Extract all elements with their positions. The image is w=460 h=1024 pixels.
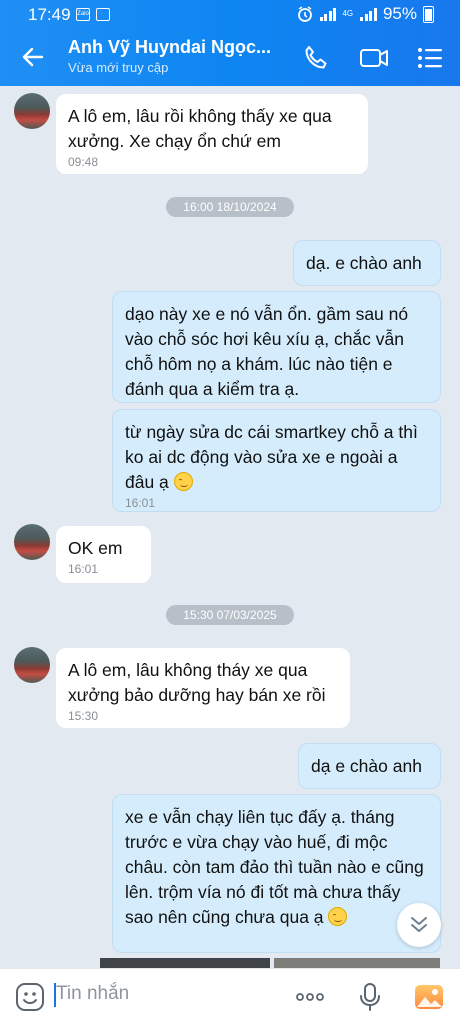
date-separator: 16:00 18/10/2024: [166, 197, 294, 217]
menu-list-icon[interactable]: [414, 42, 446, 74]
phone-call-icon[interactable]: [300, 42, 332, 74]
alarm-icon: [298, 6, 312, 22]
message-bubble-outgoing[interactable]: dạ. e chào anh: [293, 240, 441, 286]
message-bubble-incoming[interactable]: OK em 16:01: [56, 526, 151, 583]
message-bubble-outgoing[interactable]: dạo này xe e nó vẫn ổn. gầm sau nó vào c…: [112, 291, 441, 403]
signal-icon-2: [360, 7, 377, 21]
battery-icon: [423, 5, 434, 23]
message-input-bar: Tin nhắn: [0, 968, 460, 1024]
message-text: A lô em, lâu rồi không thấy xe qua xưởng…: [68, 106, 332, 151]
message-bubble-outgoing[interactable]: từ ngày sửa dc cái smartkey chỗ a thì ko…: [112, 409, 441, 512]
contact-name[interactable]: Anh Vỹ Huyndai Ngọc...: [68, 37, 278, 58]
gallery-notification-icon: [96, 8, 110, 21]
status-right: 4G 95%: [296, 4, 434, 24]
message-bubble-outgoing[interactable]: xe e vẫn chạy liên tục đấy ạ. tháng trướ…: [112, 794, 441, 953]
presence-status: Vừa mới truy cập: [68, 60, 169, 75]
message-time: 15:30: [68, 709, 99, 723]
top-bar: 17:49 Zalo 4G 95% Anh Vỹ Huyndai Ngọc...…: [0, 0, 460, 86]
status-bar: 17:49 Zalo 4G 95%: [0, 0, 460, 30]
message-text: A lô em, lâu không tháy xe qua xưởng bảo…: [68, 660, 326, 705]
chevron-double-down-icon: [411, 917, 427, 932]
message-input[interactable]: Tin nhắn: [56, 983, 129, 1005]
network-type: 4G: [342, 9, 354, 18]
image-thumbnail[interactable]: [100, 958, 270, 968]
status-time: 17:49: [28, 5, 71, 24]
back-arrow-icon[interactable]: [18, 42, 48, 72]
message-text: dạ. e chào anh: [306, 253, 422, 273]
message-text: OK em: [68, 538, 123, 558]
contact-avatar[interactable]: [14, 647, 50, 683]
contact-avatar[interactable]: [14, 93, 50, 129]
message-text: từ ngày sửa dc cái smartkey chỗ a thì ko…: [125, 422, 418, 492]
microphone-icon[interactable]: [354, 981, 386, 1013]
message-bubble-incoming[interactable]: A lô em, lâu không tháy xe qua xưởng bảo…: [56, 648, 350, 728]
more-options-icon[interactable]: [294, 981, 326, 1013]
image-thumbnail[interactable]: [274, 958, 440, 968]
message-time: 16:01: [68, 562, 99, 576]
message-text: dạ e chào anh: [311, 756, 422, 776]
message-text: xe e vẫn chạy liên tục đấy ạ. tháng trướ…: [125, 807, 424, 927]
message-text: dạo này xe e nó vẫn ổn. gầm sau nó vào c…: [125, 304, 409, 399]
smile-emoji-icon: [328, 907, 348, 926]
message-bubble-outgoing[interactable]: dạ e chào anh: [298, 743, 441, 789]
zalo-notification-icon: Zalo: [76, 8, 90, 21]
signal-icon: [319, 7, 337, 21]
date-separator: 15:30 07/03/2025: [166, 605, 294, 625]
sticker-emoji-icon[interactable]: [14, 981, 46, 1013]
smile-emoji-icon: [173, 472, 193, 491]
message-time: 16:01: [125, 496, 156, 510]
contact-avatar[interactable]: [14, 524, 50, 560]
image-gallery-icon[interactable]: [413, 981, 445, 1013]
battery-percent: 95%: [382, 4, 417, 23]
video-call-icon[interactable]: [358, 42, 390, 74]
message-time: 09:48: [68, 155, 99, 169]
message-bubble-incoming[interactable]: A lô em, lâu rồi không thấy xe qua xưởng…: [56, 94, 368, 174]
scroll-to-bottom-button[interactable]: [397, 903, 441, 947]
